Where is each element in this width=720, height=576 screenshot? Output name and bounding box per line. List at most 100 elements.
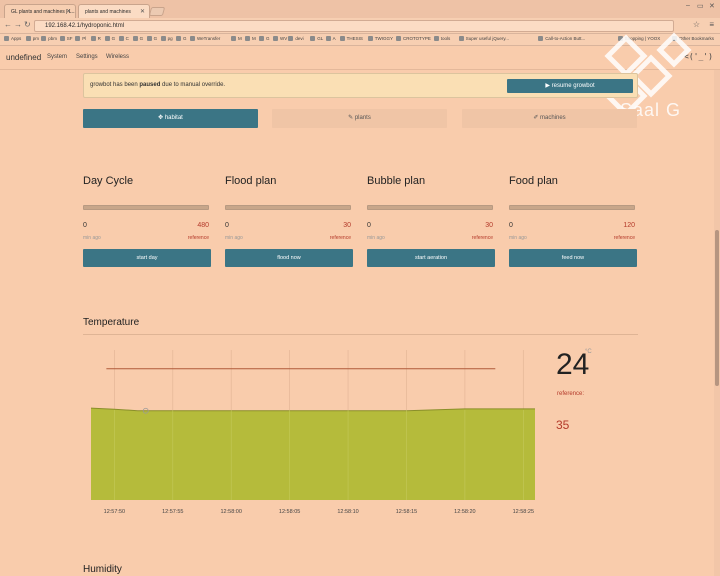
alert-message: growbot has been paused due to manual ov… — [90, 82, 226, 88]
url-input[interactable]: 192.168.42.1/hydroponic.html — [34, 20, 674, 32]
bookmark-item[interactable]: pm — [26, 36, 39, 41]
reference-label: reference — [471, 235, 493, 241]
temperature-chart: 12:57:50 12:57:55 12:58:00 12:58:05 12:58:10… — [90, 350, 535, 515]
x-tick-label: 12:57:55 — [162, 509, 183, 515]
x-tick-label: 12:58:20 — [454, 509, 475, 515]
elapsed-value: 0 — [225, 222, 229, 229]
tab-habitat[interactable]: ✥ habitat — [83, 109, 258, 128]
bubble-plan-card: Bubble plan 0 30 min ago reference start… — [367, 175, 495, 270]
progress-bar — [509, 205, 635, 210]
x-tick-label: 12:58:25 — [513, 509, 534, 515]
close-tab-icon[interactable]: ✕ — [140, 8, 145, 15]
feed-now-button[interactable]: feed now — [509, 249, 637, 267]
reference-value: 480 — [197, 222, 209, 229]
bookmark-item[interactable]: WeTransfer — [190, 36, 220, 41]
flood-now-button[interactable]: flood now — [225, 249, 353, 267]
bookmark-item[interactable]: pbm — [41, 36, 57, 41]
bookmark-item[interactable]: G — [176, 36, 187, 41]
reload-icon[interactable]: ↻ — [24, 20, 31, 29]
progress-bar — [225, 205, 351, 210]
nav-wireless[interactable]: Wireless — [106, 54, 129, 60]
tab-machines[interactable]: ✐ machines — [462, 109, 637, 128]
page-scrollbar[interactable] — [714, 70, 720, 576]
scrollbar-thumb[interactable] — [715, 230, 719, 386]
bookmark-item[interactable]: GL — [310, 36, 323, 41]
bookmark-item[interactable]: devi — [288, 36, 303, 41]
bookmark-item[interactable]: Call-to-Action Butt... — [538, 36, 585, 41]
elapsed-label: min ago — [509, 235, 527, 241]
brand-label[interactable]: undefined — [6, 53, 41, 62]
bookmark-item[interactable]: TWIGGY — [368, 36, 393, 41]
bookmark-item[interactable]: M — [245, 36, 256, 41]
reference-value: 30 — [343, 222, 351, 229]
bookmark-item[interactable]: WV — [273, 36, 287, 41]
elapsed-label: min ago — [367, 235, 385, 241]
day-cycle-card: Day Cycle 0 480 min ago reference start … — [83, 175, 211, 270]
food-plan-card: Food plan 0 120 min ago reference feed n… — [509, 175, 637, 270]
new-tab-button[interactable] — [148, 7, 166, 16]
bookmark-item[interactable]: G — [133, 36, 144, 41]
close-tab-icon[interactable]: ✕ — [66, 8, 71, 15]
reference-value: 120 — [623, 222, 635, 229]
bookmark-item[interactable]: THESIS — [340, 36, 363, 41]
bookmark-item[interactable]: R — [91, 36, 101, 41]
elapsed-value: 0 — [509, 222, 513, 229]
x-tick-label: 12:58:00 — [220, 509, 241, 515]
card-title: Bubble plan — [367, 175, 426, 187]
browser-tab-bar: GL plants and machines | L... ✕ plants a… — [0, 0, 720, 18]
minimize-icon[interactable]: – — [686, 2, 690, 9]
bookmark-item[interactable]: Apps — [4, 36, 21, 41]
nav-system[interactable]: System — [47, 54, 67, 60]
progress-bar — [367, 205, 493, 210]
browser-tab-title: plants and machines — [85, 9, 131, 15]
x-tick-label: 12:57:50 — [104, 509, 125, 515]
temperature-area — [91, 408, 535, 500]
bookmark-item[interactable]: A — [326, 36, 336, 41]
bookmark-item[interactable]: G — [259, 36, 270, 41]
bookmark-item[interactable]: G — [105, 36, 116, 41]
x-tick-label: 12:58:15 — [396, 509, 417, 515]
section-divider — [83, 334, 638, 335]
elapsed-label: min ago — [225, 235, 243, 241]
elapsed-value: 0 — [367, 222, 371, 229]
reference-label: reference — [613, 235, 635, 241]
temperature-title: Temperature — [83, 317, 140, 328]
temperature-unit: °C — [585, 349, 592, 355]
browser-tab-1[interactable]: GL plants and machines | L... ✕ — [4, 4, 76, 18]
bookmark-item[interactable]: M — [231, 36, 242, 41]
bookmark-item[interactable]: SF — [60, 36, 73, 41]
bookmark-item[interactable]: Super useful jQuery... — [459, 36, 509, 41]
reference-value: 30 — [485, 222, 493, 229]
bookmark-item[interactable]: pg — [161, 36, 173, 41]
bookmark-item[interactable]: G — [147, 36, 158, 41]
reference-label: reference — [187, 235, 209, 241]
card-title: Day Cycle — [83, 175, 134, 187]
bookmark-item[interactable]: Pl — [75, 36, 86, 41]
maximize-icon[interactable]: ▭ — [697, 2, 704, 10]
paused-alert: growbot has been paused due to manual ov… — [83, 73, 638, 98]
bookmark-item[interactable]: C — [119, 36, 129, 41]
progress-bar — [83, 205, 209, 210]
nav-settings[interactable]: Settings — [76, 54, 98, 60]
url-text: 192.168.42.1/hydroponic.html — [45, 23, 125, 29]
x-tick-label: 12:58:10 — [337, 509, 358, 515]
temperature-reference-label: reference: — [557, 391, 585, 397]
browser-tab-2[interactable]: plants and machines ✕ — [78, 4, 150, 18]
tab-plants[interactable]: ✎ plants — [272, 109, 447, 128]
resume-growbot-button[interactable]: ▶ resume growbot — [507, 79, 633, 93]
temperature-reference-value: 35 — [556, 418, 570, 432]
x-tick-label: 12:58:05 — [279, 509, 300, 515]
humidity-title: Humidity — [83, 564, 122, 575]
card-title: Flood plan — [225, 175, 277, 187]
bookmark-item[interactable]: tools — [434, 36, 451, 41]
back-icon[interactable]: ← — [4, 20, 12, 29]
start-aeration-button[interactable]: start aeration — [367, 249, 495, 267]
elapsed-label: min ago — [83, 235, 101, 241]
reference-label: reference — [329, 235, 351, 241]
browser-menu-icon[interactable]: ≡ — [709, 20, 714, 29]
card-title: Food plan — [509, 175, 558, 187]
start-day-button[interactable]: start day — [83, 249, 211, 267]
forward-icon[interactable]: → — [14, 20, 22, 29]
close-window-icon[interactable]: ✕ — [709, 2, 715, 10]
bookmark-item[interactable]: CROTOTYPE — [396, 36, 431, 41]
